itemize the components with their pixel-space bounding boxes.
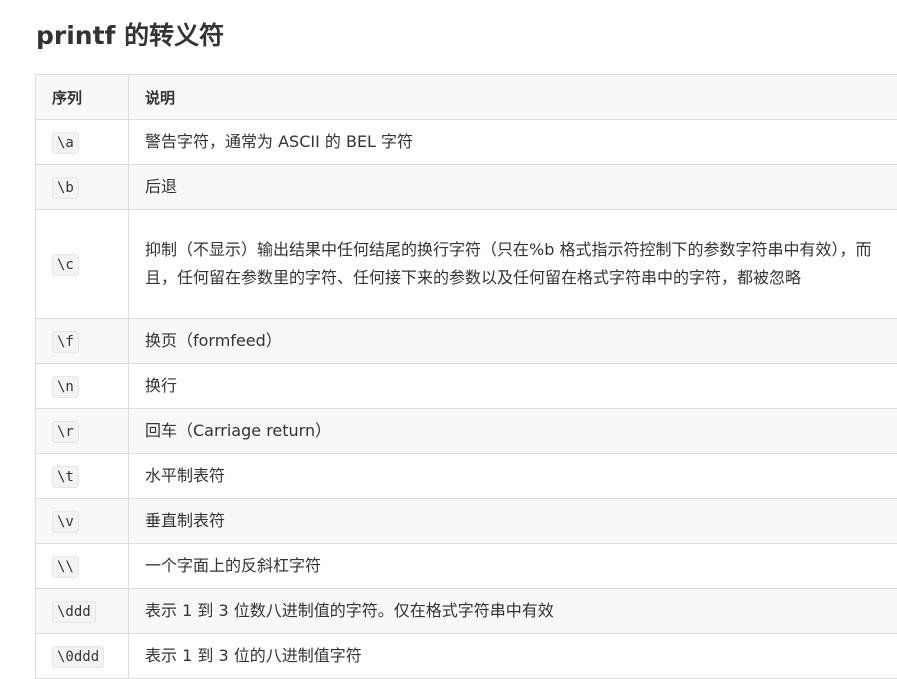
description-cell: 表示 1 到 3 位的八进制值字符 (129, 634, 897, 679)
table-header-row: 序列 说明 (36, 75, 897, 120)
description-cell: 抑制（不显示）输出结果中任何结尾的换行字符（只在%b 格式指示符控制下的参数字符… (129, 210, 897, 319)
sequence-cell: \a (36, 120, 129, 165)
description-cell: 换行 (129, 364, 897, 409)
sequence-cell: \b (36, 165, 129, 210)
table-row: \b 后退 (36, 165, 897, 210)
sequence-cell: \\ (36, 544, 129, 589)
description-cell: 垂直制表符 (129, 499, 897, 544)
sequence-code: \a (52, 132, 79, 154)
header-description: 说明 (129, 75, 897, 120)
escape-sequence-table: 序列 说明 \a 警告字符，通常为 ASCII 的 BEL 字符 \b 后退 \… (35, 74, 897, 679)
sequence-code: \n (52, 376, 79, 398)
sequence-cell: \t (36, 454, 129, 499)
sequence-cell: \ddd (36, 589, 129, 634)
sequence-code: \ddd (52, 601, 96, 623)
table-row: \v 垂直制表符 (36, 499, 897, 544)
sequence-code: \b (52, 177, 79, 199)
table-row: \0ddd 表示 1 到 3 位的八进制值字符 (36, 634, 897, 679)
sequence-cell: \c (36, 210, 129, 319)
table-row: \ddd 表示 1 到 3 位数八进制值的字符。仅在格式字符串中有效 (36, 589, 897, 634)
description-cell: 警告字符，通常为 ASCII 的 BEL 字符 (129, 120, 897, 165)
table-row: \r 回车（Carriage return） (36, 409, 897, 454)
sequence-code: \r (52, 421, 79, 443)
description-cell: 水平制表符 (129, 454, 897, 499)
description-cell: 后退 (129, 165, 897, 210)
sequence-code: \c (52, 254, 79, 276)
sequence-cell: \f (36, 319, 129, 364)
sequence-code: \\ (52, 556, 79, 578)
sequence-cell: \r (36, 409, 129, 454)
sequence-code: \f (52, 331, 79, 353)
table-row: \n 换行 (36, 364, 897, 409)
table-row: \c 抑制（不显示）输出结果中任何结尾的换行字符（只在%b 格式指示符控制下的参… (36, 210, 897, 319)
description-cell: 表示 1 到 3 位数八进制值的字符。仅在格式字符串中有效 (129, 589, 897, 634)
sequence-cell: \0ddd (36, 634, 129, 679)
table-row: \\ 一个字面上的反斜杠字符 (36, 544, 897, 589)
header-sequence: 序列 (36, 75, 129, 120)
sequence-code: \v (52, 511, 79, 533)
table-row: \a 警告字符，通常为 ASCII 的 BEL 字符 (36, 120, 897, 165)
description-cell: 换页（formfeed） (129, 319, 897, 364)
table-row: \t 水平制表符 (36, 454, 897, 499)
table-row: \f 换页（formfeed） (36, 319, 897, 364)
description-cell: 回车（Carriage return） (129, 409, 897, 454)
sequence-cell: \n (36, 364, 129, 409)
description-cell: 一个字面上的反斜杠字符 (129, 544, 897, 589)
sequence-code: \0ddd (52, 646, 104, 668)
page-title: printf 的转义符 (36, 16, 224, 56)
escape-table-container: 序列 说明 \a 警告字符，通常为 ASCII 的 BEL 字符 \b 后退 \… (35, 74, 897, 679)
sequence-cell: \v (36, 499, 129, 544)
sequence-code: \t (52, 466, 79, 488)
